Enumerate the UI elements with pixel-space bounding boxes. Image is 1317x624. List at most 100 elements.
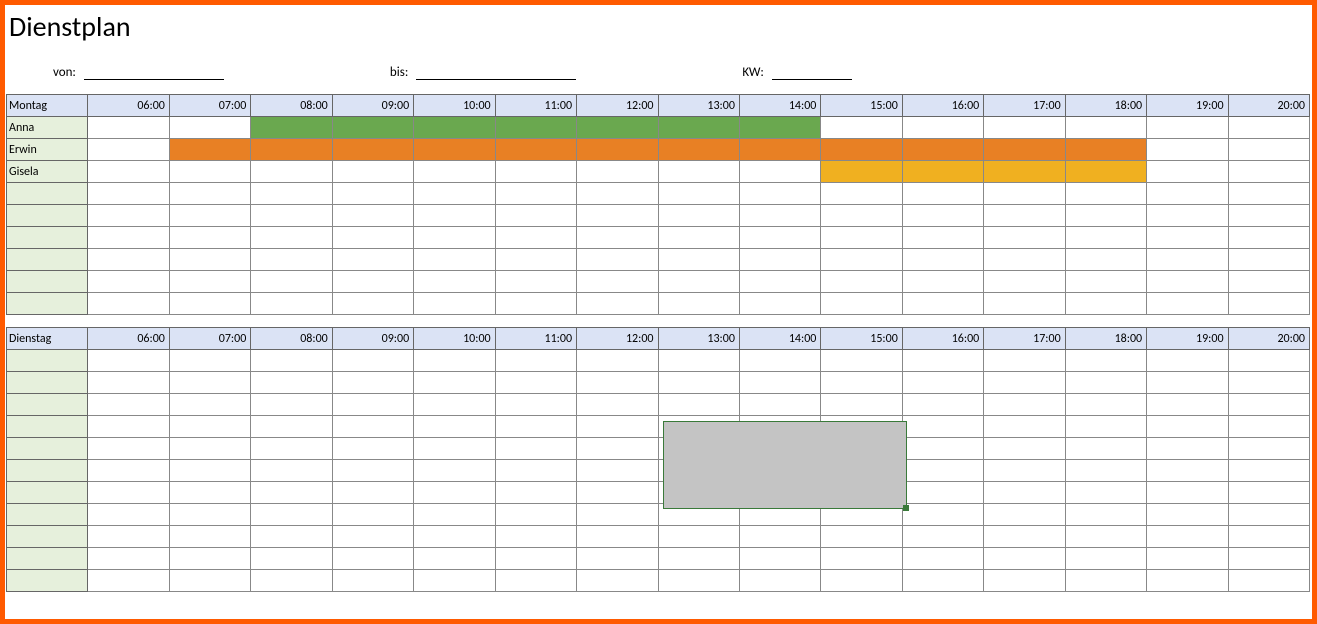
schedule-cell[interactable] bbox=[251, 570, 332, 592]
schedule-cell[interactable] bbox=[169, 205, 250, 227]
schedule-cell[interactable] bbox=[902, 271, 983, 293]
schedule-cell[interactable] bbox=[984, 117, 1065, 139]
schedule-cell[interactable] bbox=[1228, 482, 1309, 504]
schedule-cell[interactable] bbox=[169, 504, 250, 526]
schedule-cell[interactable] bbox=[251, 293, 332, 315]
schedule-cell[interactable] bbox=[821, 394, 902, 416]
schedule-cell[interactable] bbox=[1065, 460, 1146, 482]
schedule-cell[interactable] bbox=[251, 438, 332, 460]
schedule-cell[interactable] bbox=[577, 460, 658, 482]
name-cell[interactable] bbox=[7, 438, 88, 460]
schedule-cell[interactable] bbox=[495, 350, 576, 372]
schedule-cell[interactable] bbox=[658, 293, 739, 315]
schedule-cell[interactable] bbox=[251, 117, 332, 139]
schedule-cell[interactable] bbox=[332, 416, 413, 438]
schedule-cell[interactable] bbox=[1065, 161, 1146, 183]
schedule-cell[interactable] bbox=[1228, 570, 1309, 592]
schedule-cell[interactable] bbox=[1228, 372, 1309, 394]
schedule-cell[interactable] bbox=[495, 117, 576, 139]
von-field[interactable] bbox=[84, 64, 224, 80]
schedule-cell[interactable] bbox=[88, 293, 169, 315]
schedule-cell[interactable] bbox=[658, 504, 739, 526]
schedule-cell[interactable] bbox=[739, 526, 820, 548]
schedule-cell[interactable] bbox=[1228, 438, 1309, 460]
schedule-cell[interactable] bbox=[332, 504, 413, 526]
schedule-cell[interactable] bbox=[88, 249, 169, 271]
schedule-cell[interactable] bbox=[821, 293, 902, 315]
schedule-cell[interactable] bbox=[577, 438, 658, 460]
schedule-cell[interactable] bbox=[88, 570, 169, 592]
schedule-cell[interactable] bbox=[1065, 227, 1146, 249]
schedule-cell[interactable] bbox=[1147, 249, 1228, 271]
schedule-cell[interactable] bbox=[88, 372, 169, 394]
schedule-cell[interactable] bbox=[169, 372, 250, 394]
schedule-cell[interactable] bbox=[414, 482, 495, 504]
bis-field[interactable] bbox=[416, 64, 576, 80]
schedule-cell[interactable] bbox=[495, 482, 576, 504]
schedule-cell[interactable] bbox=[658, 438, 739, 460]
schedule-cell[interactable] bbox=[902, 139, 983, 161]
schedule-cell[interactable] bbox=[332, 526, 413, 548]
schedule-cell[interactable] bbox=[88, 416, 169, 438]
schedule-cell[interactable] bbox=[332, 271, 413, 293]
schedule-cell[interactable] bbox=[332, 249, 413, 271]
schedule-cell[interactable] bbox=[1065, 139, 1146, 161]
schedule-cell[interactable] bbox=[1228, 227, 1309, 249]
schedule-cell[interactable] bbox=[332, 548, 413, 570]
schedule-cell[interactable] bbox=[251, 249, 332, 271]
schedule-cell[interactable] bbox=[88, 117, 169, 139]
schedule-cell[interactable] bbox=[1065, 350, 1146, 372]
schedule-cell[interactable] bbox=[984, 350, 1065, 372]
name-cell[interactable] bbox=[7, 394, 88, 416]
schedule-cell[interactable] bbox=[577, 161, 658, 183]
schedule-cell[interactable] bbox=[495, 271, 576, 293]
name-cell[interactable] bbox=[7, 293, 88, 315]
schedule-cell[interactable] bbox=[658, 482, 739, 504]
name-cell[interactable] bbox=[7, 482, 88, 504]
name-cell[interactable] bbox=[7, 372, 88, 394]
schedule-cell[interactable] bbox=[414, 548, 495, 570]
schedule-cell[interactable] bbox=[332, 183, 413, 205]
schedule-cell[interactable] bbox=[902, 293, 983, 315]
schedule-cell[interactable] bbox=[984, 161, 1065, 183]
schedule-cell[interactable] bbox=[88, 271, 169, 293]
schedule-cell[interactable] bbox=[495, 139, 576, 161]
schedule-cell[interactable] bbox=[1065, 117, 1146, 139]
schedule-cell[interactable] bbox=[658, 117, 739, 139]
schedule-cell[interactable] bbox=[739, 438, 820, 460]
name-cell[interactable] bbox=[7, 504, 88, 526]
schedule-cell[interactable] bbox=[1147, 460, 1228, 482]
schedule-cell[interactable] bbox=[251, 526, 332, 548]
schedule-cell[interactable] bbox=[414, 227, 495, 249]
schedule-cell[interactable] bbox=[495, 504, 576, 526]
schedule-cell[interactable] bbox=[658, 271, 739, 293]
schedule-cell[interactable] bbox=[251, 504, 332, 526]
schedule-cell[interactable] bbox=[88, 183, 169, 205]
schedule-cell[interactable] bbox=[739, 482, 820, 504]
schedule-cell[interactable] bbox=[1065, 526, 1146, 548]
name-cell[interactable] bbox=[7, 548, 88, 570]
schedule-cell[interactable] bbox=[1065, 570, 1146, 592]
schedule-cell[interactable] bbox=[88, 504, 169, 526]
schedule-cell[interactable] bbox=[169, 416, 250, 438]
schedule-cell[interactable] bbox=[169, 460, 250, 482]
schedule-cell[interactable] bbox=[495, 205, 576, 227]
schedule-cell[interactable] bbox=[739, 416, 820, 438]
schedule-cell[interactable] bbox=[332, 161, 413, 183]
schedule-cell[interactable] bbox=[1147, 372, 1228, 394]
schedule-cell[interactable] bbox=[1228, 526, 1309, 548]
schedule-cell[interactable] bbox=[577, 271, 658, 293]
schedule-cell[interactable] bbox=[332, 293, 413, 315]
schedule-cell[interactable] bbox=[251, 350, 332, 372]
schedule-cell[interactable] bbox=[495, 161, 576, 183]
schedule-cell[interactable] bbox=[577, 350, 658, 372]
schedule-cell[interactable] bbox=[739, 139, 820, 161]
schedule-cell[interactable] bbox=[577, 372, 658, 394]
schedule-cell[interactable] bbox=[169, 526, 250, 548]
schedule-cell[interactable] bbox=[1228, 161, 1309, 183]
schedule-cell[interactable] bbox=[414, 438, 495, 460]
schedule-cell[interactable] bbox=[984, 438, 1065, 460]
schedule-cell[interactable] bbox=[251, 205, 332, 227]
schedule-cell[interactable] bbox=[169, 482, 250, 504]
schedule-cell[interactable] bbox=[414, 526, 495, 548]
